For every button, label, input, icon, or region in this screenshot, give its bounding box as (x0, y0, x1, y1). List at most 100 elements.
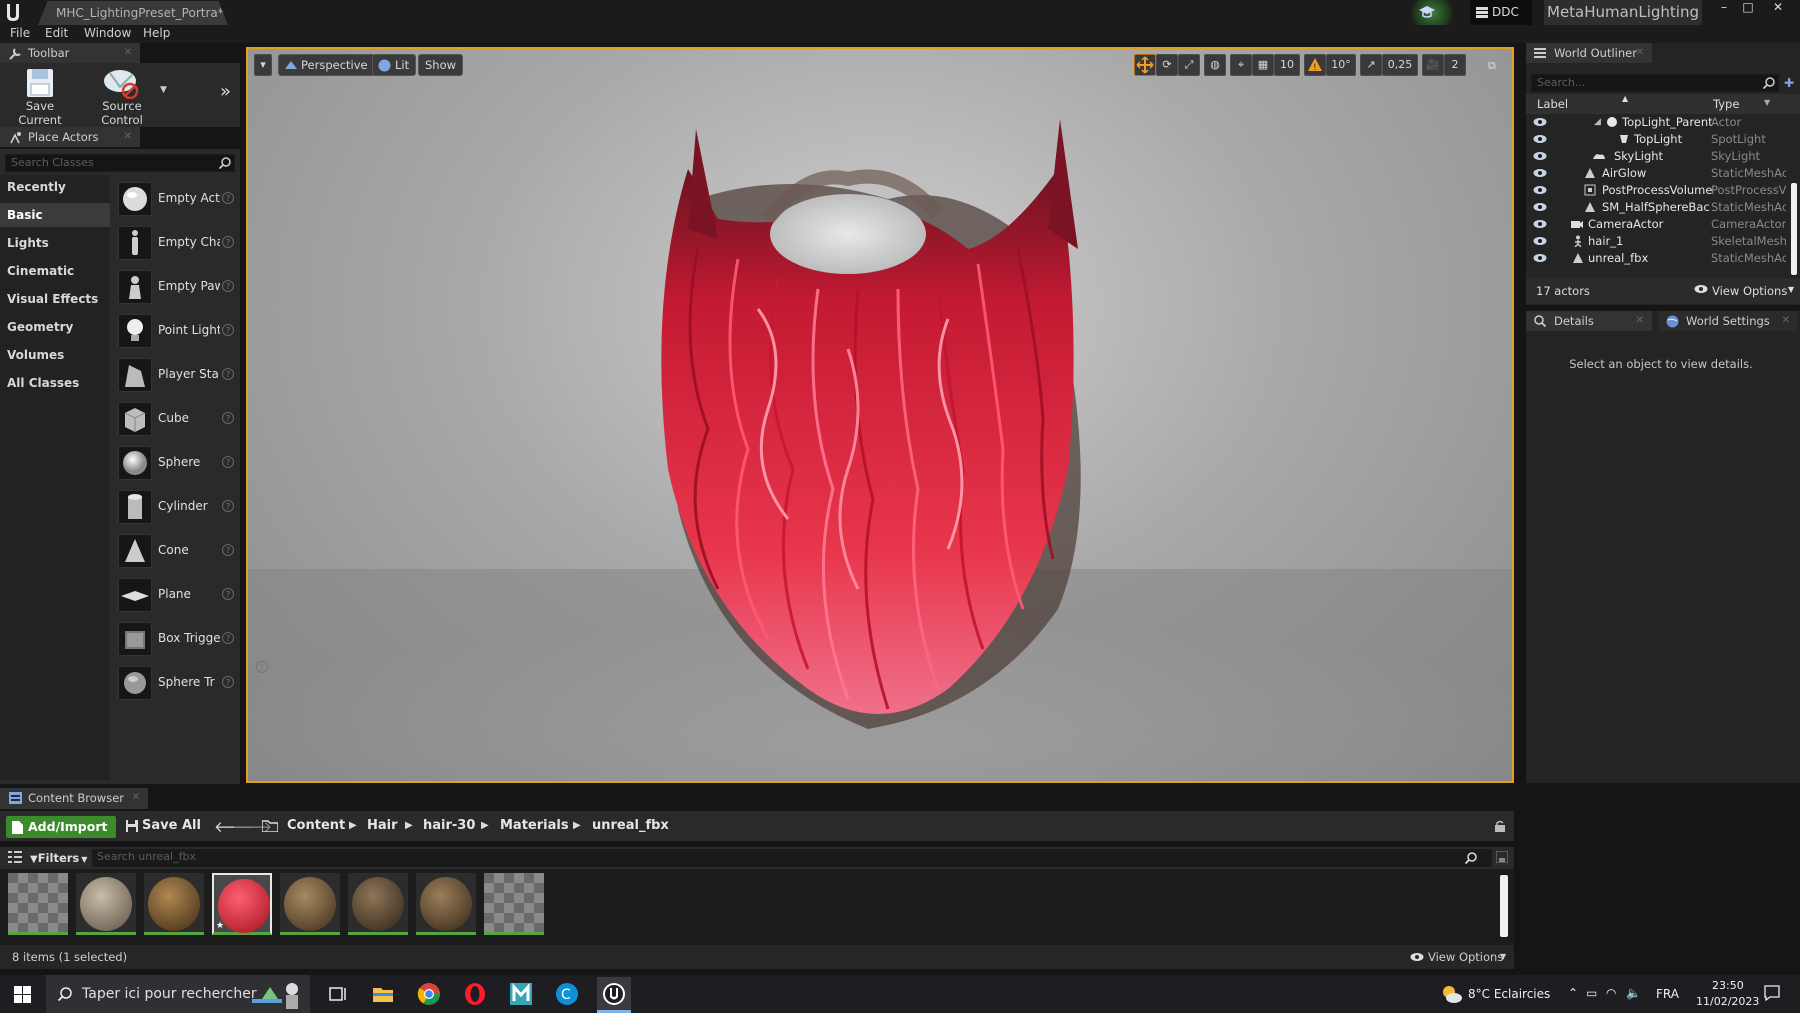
asset-tile[interactable] (8, 873, 68, 935)
clock-date[interactable]: 11/02/2023 (1696, 995, 1759, 1008)
category-cinematic[interactable]: Cinematic (0, 259, 110, 283)
menu-edit[interactable]: Edit (45, 26, 68, 40)
content-browser-tab[interactable]: Content Browser ✕ (0, 788, 148, 809)
outliner-search-input[interactable]: Search... (1531, 74, 1779, 92)
close-tab-icon[interactable]: ✕ (132, 788, 140, 808)
outliner-row[interactable]: TopLight SpotLight (1526, 131, 1790, 147)
close-tab-icon[interactable]: ✕ (1636, 43, 1644, 63)
help-icon[interactable]: ? (222, 236, 234, 248)
label-column-header[interactable]: Label (1537, 97, 1568, 111)
save-search-icon[interactable] (1496, 851, 1508, 863)
asset-scrollbar-thumb[interactable] (1500, 875, 1508, 937)
outliner-row[interactable]: SM_HalfSphereBackg StaticMeshAc (1526, 199, 1790, 215)
menu-help[interactable]: Help (143, 26, 170, 40)
close-tab-icon[interactable]: ✕ (124, 43, 132, 63)
breadcrumb-separator-icon[interactable]: ▶ (573, 815, 581, 837)
add-filter-icon[interactable]: ✚ (1784, 76, 1798, 90)
actor-item-sphere[interactable]: Sphere ? (116, 443, 238, 483)
outliner-row[interactable]: CameraActor CameraActor (1526, 216, 1790, 232)
task-view-icon[interactable] (326, 982, 350, 1006)
search-classes-input[interactable]: Search Classes (5, 154, 235, 172)
outliner-row[interactable]: hair_1 SkeletalMesh (1526, 233, 1790, 249)
place-actors-tab[interactable]: Place Actors ✕ (0, 127, 140, 147)
close-button[interactable]: ✕ (1766, 0, 1790, 16)
view-options-dropdown-icon[interactable]: ▼ (1788, 285, 1794, 294)
world-outliner-tab[interactable]: World Outliner ✕ (1526, 43, 1652, 63)
actor-item-empty-character[interactable]: Empty Cha ? (116, 223, 238, 263)
document-tab[interactable]: MHC_LightingPreset_Portra* (38, 1, 228, 25)
windows-start-icon[interactable] (14, 986, 31, 1003)
visibility-eye-icon[interactable] (1533, 151, 1549, 161)
visibility-eye-icon[interactable] (1533, 236, 1549, 246)
actor-item-plane[interactable]: Plane ? (116, 575, 238, 615)
weather-text[interactable]: 8°C Eclaircies (1468, 987, 1550, 1001)
breadcrumb-unreal-fbx[interactable]: unreal_fbx (592, 815, 669, 837)
help-icon[interactable]: ? (222, 500, 234, 512)
outliner-row[interactable]: AirGlow StaticMeshAc (1526, 165, 1790, 181)
category-visual-effects[interactable]: Visual Effects (0, 287, 110, 311)
language-indicator[interactable]: FRA (1656, 987, 1679, 1001)
actor-item-point-light[interactable]: Point Light ? (116, 311, 238, 351)
toolbar-tab[interactable]: Toolbar ✕ (0, 43, 140, 63)
menu-window[interactable]: Window (84, 26, 131, 40)
taskbar-search-box[interactable]: Taper ici pour rechercher (46, 975, 310, 1013)
chrome-icon[interactable] (417, 982, 441, 1006)
category-volumes[interactable]: Volumes (0, 343, 110, 367)
actor-item-cube[interactable]: Cube ? (116, 399, 238, 439)
type-column-header[interactable]: Type (1713, 97, 1739, 111)
filters-button[interactable]: ▼Filters ▼ (30, 849, 87, 869)
close-tab-icon[interactable]: ✕ (1782, 311, 1790, 331)
column-dropdown-icon[interactable]: ▼ (1764, 98, 1770, 107)
weather-icon[interactable] (1440, 983, 1462, 1005)
add-import-button[interactable]: Add/Import ▼ (6, 816, 116, 855)
visibility-eye-icon[interactable] (1533, 185, 1549, 195)
category-all-classes[interactable]: All Classes (0, 371, 110, 395)
outliner-scrollbar-thumb[interactable] (1791, 183, 1797, 275)
breadcrumb-hair-30[interactable]: hair-30 (423, 815, 475, 837)
ddc-indicator[interactable]: DDC (1470, 0, 1532, 25)
visibility-eye-icon[interactable] (1533, 168, 1549, 178)
level-viewport[interactable]: ▾ Perspective Lit Show ⟳ ⤢ ◍ ⌖ ▦ 10 ! 10… (246, 47, 1514, 783)
actor-item-sphere-trigger[interactable]: Sphere Tr ? (116, 663, 238, 703)
breadcrumb-content[interactable]: Content (287, 815, 345, 837)
help-icon[interactable]: ? (222, 588, 234, 600)
actor-item-cylinder[interactable]: Cylinder ? (116, 487, 238, 527)
asset-tile[interactable] (76, 873, 136, 935)
category-recently-placed[interactable]: Recently Placed (0, 175, 110, 218)
file-explorer-icon[interactable] (371, 982, 395, 1006)
minimize-button[interactable]: – (1712, 0, 1736, 16)
help-icon[interactable]: ? (222, 280, 234, 292)
wifi-icon[interactable]: ◠ (1606, 986, 1616, 1000)
asset-tile[interactable] (280, 873, 340, 935)
actor-item-cone[interactable]: Cone ? (116, 531, 238, 571)
asset-tile-selected[interactable]: ★ (212, 873, 272, 935)
category-basic[interactable]: Basic (0, 203, 110, 227)
visibility-eye-icon[interactable] (1533, 117, 1549, 127)
visibility-eye-icon[interactable] (1533, 202, 1549, 212)
outliner-view-options-button[interactable]: View Options (1712, 284, 1787, 298)
visibility-eye-icon[interactable] (1533, 253, 1549, 263)
help-icon[interactable]: ? (222, 456, 234, 468)
volume-icon[interactable]: 🔈 (1626, 986, 1641, 1000)
lock-icon[interactable] (1494, 820, 1506, 832)
help-icon[interactable]: ? (222, 192, 234, 204)
save-all-button[interactable]: Save All (126, 815, 201, 837)
maya-icon[interactable] (509, 982, 533, 1006)
asset-tile[interactable] (144, 873, 204, 935)
breadcrumb-materials[interactable]: Materials (500, 815, 569, 837)
clock-time[interactable]: 23:50 (1712, 979, 1744, 992)
content-search-input[interactable]: Search unreal_fbx (92, 849, 1492, 867)
details-tab[interactable]: Details ✕ (1526, 311, 1652, 331)
asset-tile[interactable] (484, 873, 544, 935)
close-tab-icon[interactable]: ✕ (1636, 311, 1644, 331)
visibility-eye-icon[interactable] (1533, 219, 1549, 229)
outliner-row[interactable]: PostProcessVolume PostProcessV (1526, 182, 1790, 198)
content-view-options-button[interactable]: View Options (1428, 950, 1503, 964)
actor-item-box-trigger[interactable]: Box Trigge ? (116, 619, 238, 659)
search-icon[interactable] (1763, 77, 1775, 89)
breadcrumb-hair[interactable]: Hair (367, 815, 398, 837)
search-icon[interactable] (219, 157, 231, 169)
outliner-row[interactable]: ◢ TopLight_Parent Actor (1526, 114, 1790, 130)
outliner-row[interactable]: unreal_fbx StaticMeshAc (1526, 250, 1790, 266)
mortarboard-icon[interactable] (1418, 4, 1436, 20)
